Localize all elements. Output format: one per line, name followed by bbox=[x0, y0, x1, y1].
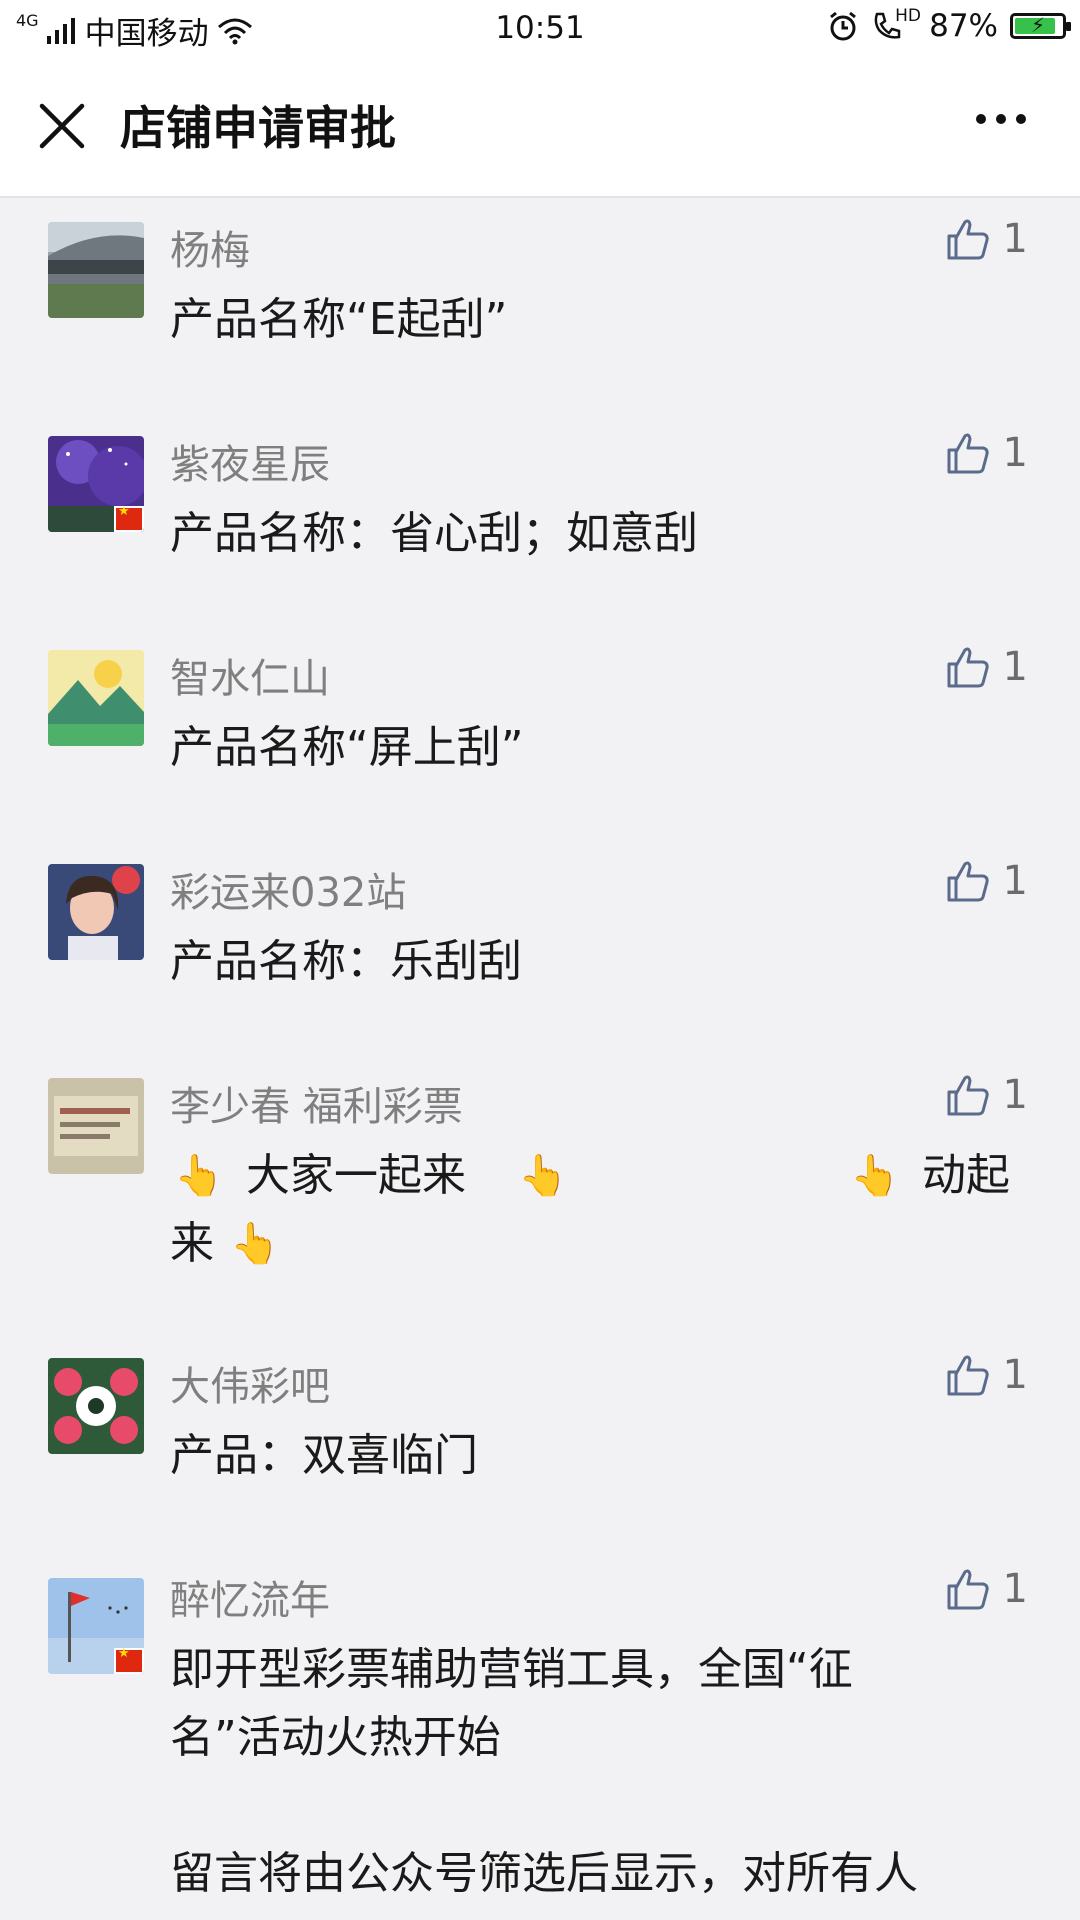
flag-badge-icon bbox=[114, 1646, 144, 1674]
like-button[interactable]: 1 bbox=[945, 1072, 1028, 1118]
more-dot bbox=[996, 114, 1006, 124]
comment-text: 产品名称：乐刮刮 bbox=[170, 928, 1030, 996]
avatar[interactable] bbox=[48, 1358, 144, 1454]
comment-nickname: 紫夜星辰 bbox=[170, 442, 330, 488]
comment-line: 名”活动火热开始 bbox=[170, 1712, 501, 1763]
comment-segment: 大家一起来 bbox=[246, 1150, 466, 1201]
like-count: 1 bbox=[1002, 1566, 1028, 1612]
hd-label: HD bbox=[895, 6, 921, 26]
more-icon[interactable] bbox=[976, 114, 1026, 124]
thumbs-up-icon bbox=[947, 861, 989, 902]
comment-text: 即开型彩票辅助营销工具，全国“征 名”活动火热开始 留言将由公众号筛选后显示，对… bbox=[170, 1636, 1030, 1920]
battery-percent: 87% bbox=[929, 8, 998, 44]
like-count: 1 bbox=[1002, 1072, 1028, 1118]
comment-text: 产品名称：省心刮；如意刮 bbox=[170, 500, 1030, 568]
comment-nickname: 杨梅 bbox=[170, 228, 250, 274]
comment-item: 杨梅 1 产品名称“E起刮” bbox=[0, 198, 1080, 412]
comment-segment: 来 bbox=[170, 1218, 214, 1269]
comment-line: 留言将由公众号筛选后显示，对所有人 bbox=[170, 1848, 918, 1899]
comment-nickname: 李少春 福利彩票 bbox=[170, 1084, 463, 1130]
like-button[interactable]: 1 bbox=[945, 644, 1028, 690]
avatar[interactable] bbox=[48, 436, 144, 532]
alarm-icon bbox=[830, 11, 857, 41]
pointing-hand-icon: 👆 bbox=[174, 1153, 224, 1199]
pointing-hand-icon: 👆 bbox=[230, 1221, 280, 1267]
comment-item: 智水仁山 1 产品名称“屏上刮” bbox=[0, 626, 1080, 840]
like-button[interactable]: 1 bbox=[945, 216, 1028, 262]
battery-icon: ⚡ bbox=[1010, 13, 1071, 39]
avatar[interactable] bbox=[48, 1578, 144, 1674]
nav-bar: 店铺申请审批 bbox=[0, 56, 1080, 198]
comment-text: 产品：双喜临门 bbox=[170, 1422, 1030, 1490]
thumbs-up-icon bbox=[947, 219, 989, 260]
comment-item: 大伟彩吧 1 产品：双喜临门 bbox=[0, 1334, 1080, 1548]
avatar[interactable] bbox=[48, 1078, 144, 1174]
comment-line: 来 👆 bbox=[170, 1210, 1030, 1278]
thumbs-up-icon bbox=[947, 647, 989, 688]
comment-nickname: 智水仁山 bbox=[170, 656, 330, 702]
comment-line: 产品名称：省心刮；如意刮 bbox=[170, 508, 698, 559]
more-dot bbox=[1016, 114, 1026, 124]
like-button[interactable]: 1 bbox=[945, 858, 1028, 904]
comment-line: 产品：双喜临门 bbox=[170, 1430, 478, 1481]
thumbs-up-icon bbox=[947, 1075, 989, 1116]
page-title: 店铺申请审批 bbox=[120, 101, 396, 155]
status-right: HD 87% ⚡ bbox=[827, 6, 1071, 44]
like-button[interactable]: 1 bbox=[945, 1352, 1028, 1398]
like-count: 1 bbox=[1002, 644, 1028, 690]
like-count: 1 bbox=[1002, 1352, 1028, 1398]
thumbs-up-icon bbox=[947, 1569, 989, 1610]
comment-list[interactable]: 杨梅 1 产品名称“E起刮” 紫夜星辰 bbox=[0, 198, 1080, 1920]
comment-line: 即开型彩票辅助营销工具，全国“征 bbox=[170, 1644, 853, 1695]
avatar[interactable] bbox=[48, 650, 144, 746]
comment-line: 产品名称“屏上刮” bbox=[170, 722, 524, 773]
charging-bolt-icon: ⚡ bbox=[1030, 13, 1046, 37]
comment-line: 产品名称“E起刮” bbox=[170, 294, 508, 345]
comment-text: 产品名称“E起刮” bbox=[170, 286, 1030, 354]
like-button[interactable]: 1 bbox=[945, 1566, 1028, 1612]
comment-line: 可见 bbox=[170, 1908, 1030, 1920]
comment-item: 彩运来032站 1 产品名称：乐刮刮 bbox=[0, 840, 1080, 1054]
comment-item: 紫夜星辰 1 产品名称：省心刮；如意刮 bbox=[0, 412, 1080, 626]
like-button[interactable]: 1 bbox=[945, 430, 1028, 476]
like-count: 1 bbox=[1002, 858, 1028, 904]
status-bar: 4G 中国移动 10:51 HD 87% ⚡ bbox=[0, 0, 1080, 56]
close-icon[interactable] bbox=[34, 98, 90, 154]
like-count: 1 bbox=[1002, 216, 1028, 262]
comment-segment: 动起 bbox=[922, 1150, 1010, 1201]
comment-item: 李少春 福利彩票 1 👆 大家一起来 👆 👆 动起 来 👆 bbox=[0, 1054, 1080, 1334]
comment-line: 👆 大家一起来 👆 👆 动起 bbox=[170, 1142, 1030, 1210]
comment-nickname: 醉忆流年 bbox=[170, 1578, 330, 1624]
comment-nickname: 彩运来032站 bbox=[170, 870, 407, 916]
comment-text: 👆 大家一起来 👆 👆 动起 来 👆 bbox=[170, 1142, 1030, 1278]
comment-blank-line bbox=[170, 1772, 1030, 1840]
thumbs-up-icon bbox=[947, 433, 989, 474]
avatar[interactable] bbox=[48, 864, 144, 960]
comment-item: 醉忆流年 1 即开型彩票辅助营销工具，全国“征 名”活动火热开始 留言将由公众号… bbox=[0, 1548, 1080, 1920]
comment-line: 产品名称：乐刮刮 bbox=[170, 936, 522, 987]
comment-nickname: 大伟彩吧 bbox=[170, 1364, 330, 1410]
avatar[interactable] bbox=[48, 222, 144, 318]
like-count: 1 bbox=[1002, 430, 1028, 476]
pointing-hand-icon: 👆 bbox=[518, 1153, 568, 1199]
hd-call-icon: HD bbox=[871, 6, 921, 42]
flag-badge-icon bbox=[114, 504, 144, 532]
more-dot bbox=[976, 114, 986, 124]
pointing-hand-icon: 👆 bbox=[850, 1153, 900, 1199]
thumbs-up-icon bbox=[947, 1355, 989, 1396]
comment-text: 产品名称“屏上刮” bbox=[170, 714, 1030, 782]
